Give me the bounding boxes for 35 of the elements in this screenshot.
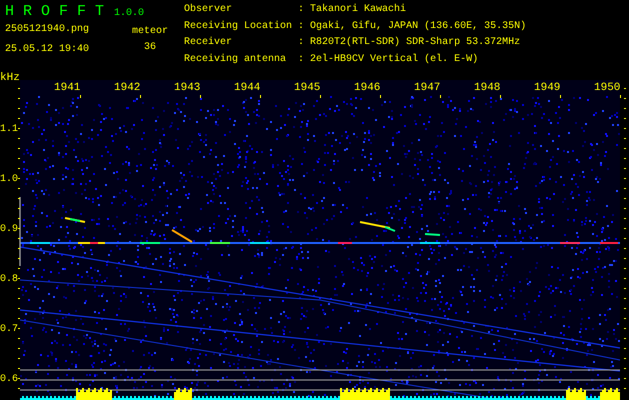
info-label: Receiver [184,37,232,48]
time-label: 1946 [354,82,380,94]
info-separator: : [298,54,304,64]
info-value: Ogaki, Gifu, JAPAN (136.60E, 35.35N) [310,20,526,32]
date-time: 25.05.12 19:40 [5,44,90,55]
frequency-label: 0.8 [0,274,18,286]
time-label: 1944 [234,82,260,94]
time-label: 1942 [114,82,140,94]
info-value: Takanori Kawachi [310,4,406,15]
frequency-label: 0.9 [0,224,18,236]
version-label: 1.0.0 [114,8,144,20]
axis-unit: kHz [0,72,20,84]
frequency-label: 0.7 [0,324,18,336]
info-separator: : [298,4,304,15]
meteor-count: 36 [144,42,156,54]
info-label: Observer [184,4,232,15]
time-label: 1943 [174,82,200,94]
info-value: 2el-HB9CV Vertical (el. E-W) [310,54,478,64]
time-label: 1941 [54,82,80,94]
info-separator: : [298,20,304,32]
frequency-label: 0.6 [0,374,18,386]
time-label: 1950 [594,82,620,94]
app-title: H R O F F T [5,4,104,20]
time-label: 1949 [534,82,560,94]
time-label: 1948 [474,82,500,94]
info-value: R820T2(RTL-SDR) SDR-Sharp 53.372MHz [310,37,520,48]
count-label: meteor [132,26,168,38]
file-name: 2505121940.png [5,24,90,35]
info-separator: : [298,37,304,48]
frequency-label: 1.1 [0,124,18,136]
time-label: 1947 [414,82,440,94]
info-label: Receiving Location [184,20,292,32]
time-label: 1945 [294,82,320,94]
frequency-label: 1.0 [0,174,18,186]
info-label: Receiving antenna [184,54,286,64]
